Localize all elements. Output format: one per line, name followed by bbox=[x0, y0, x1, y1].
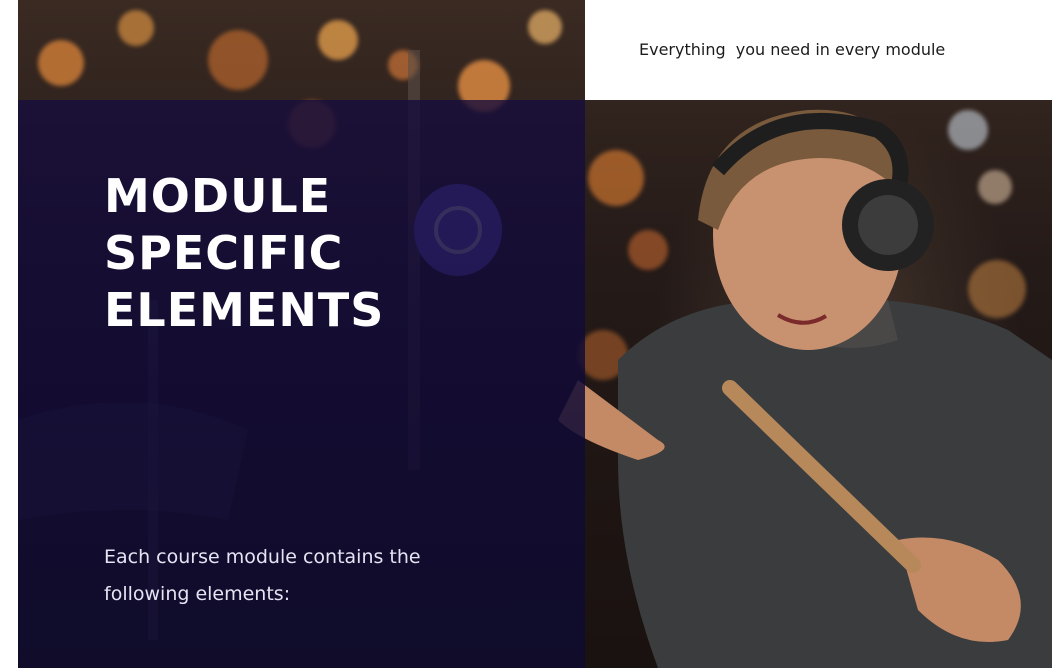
title-line: MODULE bbox=[104, 169, 332, 223]
tagline: Everything you need in every module bbox=[639, 40, 946, 59]
page-title: MODULE SPECIFIC ELEMENTS bbox=[104, 168, 384, 339]
subtitle-text: Each course module contains the followin… bbox=[104, 546, 421, 605]
title-line: ELEMENTS bbox=[104, 283, 385, 337]
title-line: SPECIFIC bbox=[104, 226, 344, 280]
